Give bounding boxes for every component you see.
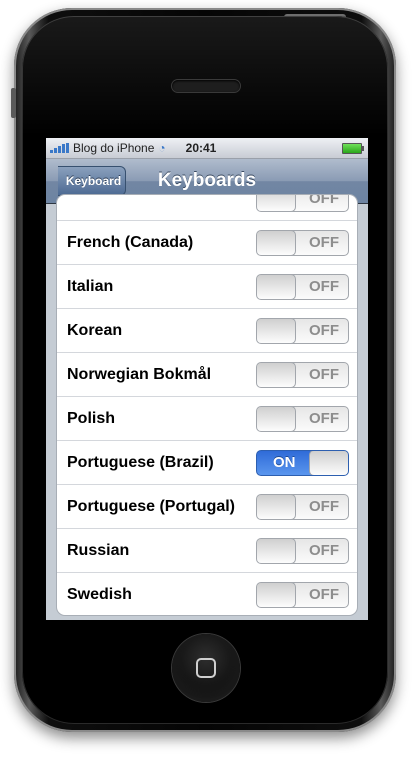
toggle-knob	[309, 451, 348, 475]
keyboard-toggle[interactable]: OFF	[256, 230, 349, 256]
list-item: OFF	[57, 194, 357, 221]
toggle-knob	[257, 275, 296, 299]
list-item[interactable]: Italian OFF	[57, 265, 357, 309]
back-button[interactable]: Keyboard	[58, 166, 126, 196]
list-item[interactable]: Russian OFF	[57, 529, 357, 573]
keyboard-label: Italian	[67, 277, 114, 295]
keyboard-label: Swedish	[67, 585, 132, 603]
toggle-state: ON	[273, 454, 296, 471]
keyboard-toggle[interactable]: OFF	[256, 362, 349, 388]
list-item[interactable]: Swedish OFF	[57, 573, 357, 615]
back-button-label: Keyboard	[65, 174, 122, 188]
keyboard-label: Russian	[67, 541, 130, 559]
list-item[interactable]: Portuguese (Portugal) OFF	[57, 485, 357, 529]
keyboard-label: French (Canada)	[67, 233, 194, 251]
keyboard-toggle[interactable]: ON	[256, 450, 349, 476]
list-item[interactable]: Portuguese (Brazil) ON	[57, 441, 357, 485]
battery-icon	[342, 143, 364, 154]
toggle-knob	[257, 539, 296, 563]
toggle-knob	[257, 363, 296, 387]
status-time: 20:41	[185, 141, 217, 155]
toggle-knob	[257, 583, 296, 607]
toggle-state: OFF	[309, 366, 339, 383]
volume-button[interactable]	[11, 88, 16, 118]
toggle-state: OFF	[309, 322, 339, 339]
keyboard-toggle[interactable]: OFF	[256, 194, 349, 212]
keyboard-label: Portuguese (Brazil)	[67, 453, 214, 471]
home-square-icon	[196, 658, 216, 678]
toggle-state: OFF	[309, 498, 339, 515]
keyboard-toggle[interactable]: OFF	[256, 318, 349, 344]
keyboard-toggle[interactable]: OFF	[256, 274, 349, 300]
earpiece-speaker	[172, 80, 240, 92]
toggle-knob	[257, 195, 296, 211]
list-item[interactable]: French (Canada) OFF	[57, 221, 357, 265]
keyboard-label: Korean	[67, 321, 123, 339]
keyboard-list: OFF French (Canada) OFF Italian OFF Kore…	[56, 194, 358, 616]
list-item[interactable]: Polish OFF	[57, 397, 357, 441]
toggle-state: OFF	[309, 410, 339, 427]
toggle-knob	[257, 495, 296, 519]
toggle-knob	[257, 231, 296, 255]
keyboard-label: Norwegian Bokmål	[67, 365, 212, 383]
toggle-state: OFF	[309, 194, 339, 207]
keyboard-toggle[interactable]: OFF	[256, 582, 349, 608]
screen: Blog do iPhone ◔ 20:41 Keyboard Keyboard…	[46, 138, 368, 620]
toggle-state: OFF	[309, 542, 339, 559]
keyboard-label: Polish	[67, 409, 116, 427]
keyboard-toggle[interactable]: OFF	[256, 494, 349, 520]
keyboard-toggle[interactable]: OFF	[256, 406, 349, 432]
signal-strength-icon	[50, 143, 69, 153]
toggle-state: OFF	[309, 278, 339, 295]
status-bar: Blog do iPhone ◔ 20:41	[46, 138, 368, 159]
carrier-name: Blog do iPhone	[73, 141, 155, 155]
toggle-state: OFF	[309, 234, 339, 251]
toggle-state: OFF	[309, 586, 339, 603]
toggle-knob	[257, 407, 296, 431]
wifi-icon: ◔	[158, 141, 166, 155]
keyboard-toggle[interactable]: OFF	[256, 538, 349, 564]
toggle-knob	[257, 319, 296, 343]
list-item[interactable]: Norwegian Bokmål OFF	[57, 353, 357, 397]
list-item[interactable]: Korean OFF	[57, 309, 357, 353]
keyboard-list-area: OFF French (Canada) OFF Italian OFF Kore…	[46, 194, 368, 620]
home-button[interactable]	[172, 634, 240, 702]
keyboard-label: Portuguese (Portugal)	[67, 497, 236, 515]
